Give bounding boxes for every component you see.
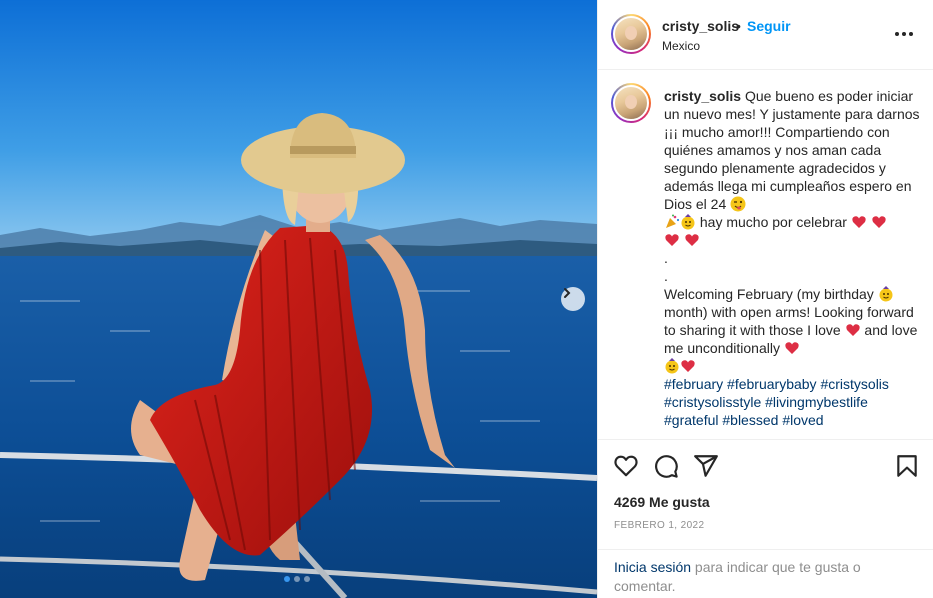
caption-dot: . bbox=[664, 250, 668, 266]
caption-line: Que bueno es poder iniciar un nuevo mes!… bbox=[664, 88, 920, 212]
caption-line: Welcoming February (my birthday bbox=[664, 286, 878, 302]
red-heart-emoji-icon bbox=[685, 234, 699, 246]
post-side-panel: cristy_solis • Seguir Mexico cristy_soli… bbox=[597, 0, 933, 598]
red-heart-emoji-icon bbox=[845, 324, 860, 336]
caption-username-link[interactable]: cristy_solis bbox=[664, 88, 741, 104]
post-date: FEBRERO 1, 2022 bbox=[614, 520, 705, 531]
hashtag-link[interactable]: #cristysolis bbox=[820, 376, 888, 392]
carousel-indicator bbox=[284, 576, 310, 582]
caption-line: hay mucho por celebrar bbox=[696, 214, 851, 230]
send-icon[interactable] bbox=[693, 453, 719, 479]
more-options-button[interactable] bbox=[894, 24, 914, 44]
partying-face-emoji-icon bbox=[681, 214, 695, 230]
carousel-dot-active bbox=[284, 576, 290, 582]
username-link[interactable]: cristy_solis bbox=[662, 18, 739, 34]
avatar[interactable] bbox=[611, 83, 651, 123]
hashtag-link[interactable]: #loved bbox=[782, 412, 823, 428]
carousel-dot bbox=[294, 576, 300, 582]
post-photo bbox=[0, 0, 597, 598]
next-slide-button[interactable] bbox=[561, 287, 585, 311]
post-media[interactable] bbox=[0, 0, 597, 598]
hashtag-link[interactable]: #blessed bbox=[722, 412, 778, 428]
party-popper-emoji-icon bbox=[666, 214, 680, 228]
avatar[interactable] bbox=[611, 14, 651, 54]
hashtag-link[interactable]: #february bbox=[664, 376, 723, 392]
caption-dot: . bbox=[664, 268, 668, 284]
caption-area[interactable]: cristy_solis Que bueno es poder iniciar … bbox=[598, 71, 933, 439]
location-link[interactable]: Mexico bbox=[662, 39, 700, 53]
hashtag-link[interactable]: #livingmybestlife bbox=[765, 394, 868, 410]
comment-icon[interactable] bbox=[653, 453, 679, 479]
heart-icon[interactable] bbox=[613, 453, 639, 479]
winking-tongue-emoji-icon bbox=[730, 196, 746, 212]
red-heart-emoji-icon bbox=[852, 216, 866, 228]
partying-face-emoji-icon bbox=[665, 358, 679, 374]
red-heart-emoji-icon bbox=[681, 360, 695, 372]
chevron-right-icon bbox=[564, 288, 571, 298]
follow-button[interactable]: Seguir bbox=[747, 18, 791, 34]
hashtag-link[interactable]: #cristysolisstyle bbox=[664, 394, 761, 410]
hashtag-link[interactable]: #februarybaby bbox=[727, 376, 817, 392]
partying-face-emoji-icon bbox=[879, 286, 893, 302]
hashtag-link[interactable]: #grateful bbox=[664, 412, 718, 428]
red-heart-emoji-icon bbox=[872, 216, 886, 228]
caption-text: cristy_solis Que bueno es poder iniciar … bbox=[664, 87, 926, 429]
red-heart-emoji-icon bbox=[665, 234, 679, 246]
login-link[interactable]: Inicia sesión bbox=[614, 559, 691, 575]
likes-count[interactable]: 4269 Me gusta bbox=[614, 494, 710, 510]
login-prompt-text: Inicia sesión para indicar que te gusta … bbox=[614, 558, 914, 596]
carousel-dot bbox=[304, 576, 310, 582]
post-header: cristy_solis • Seguir Mexico bbox=[598, 0, 933, 70]
red-heart-emoji-icon bbox=[785, 342, 799, 354]
bookmark-icon[interactable] bbox=[894, 453, 920, 479]
login-prompt: Inicia sesión para indicar que te gusta … bbox=[598, 549, 933, 598]
more-options-icon bbox=[895, 32, 913, 36]
separator-dot: • bbox=[736, 18, 741, 34]
action-bar bbox=[598, 439, 933, 491]
